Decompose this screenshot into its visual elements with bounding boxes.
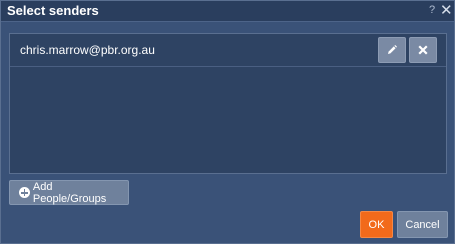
x-icon xyxy=(418,45,428,55)
list-item[interactable]: chris.marrow@pbr.org.au xyxy=(10,34,446,67)
add-people-groups-label: Add People/Groups xyxy=(32,180,107,205)
pencil-icon xyxy=(388,45,397,54)
plus-circle-icon xyxy=(19,187,30,198)
dialog-title: Select senders xyxy=(7,3,99,18)
sender-email: chris.marrow@pbr.org.au xyxy=(20,43,155,57)
cancel-button[interactable]: Cancel xyxy=(397,211,448,238)
senders-list: chris.marrow@pbr.org.au xyxy=(9,33,447,174)
dialog-titlebar: Select senders ? ✕ xyxy=(1,1,454,22)
add-people-groups-button[interactable]: Add People/Groups xyxy=(9,180,129,205)
select-senders-dialog: Select senders ? ✕ chris.marrow@pbr.org.… xyxy=(0,0,455,244)
edit-button[interactable] xyxy=(378,37,406,63)
help-icon[interactable]: ? xyxy=(429,4,435,16)
close-icon[interactable]: ✕ xyxy=(440,1,453,20)
delete-button[interactable] xyxy=(409,37,437,63)
ok-button[interactable]: OK xyxy=(360,211,393,238)
